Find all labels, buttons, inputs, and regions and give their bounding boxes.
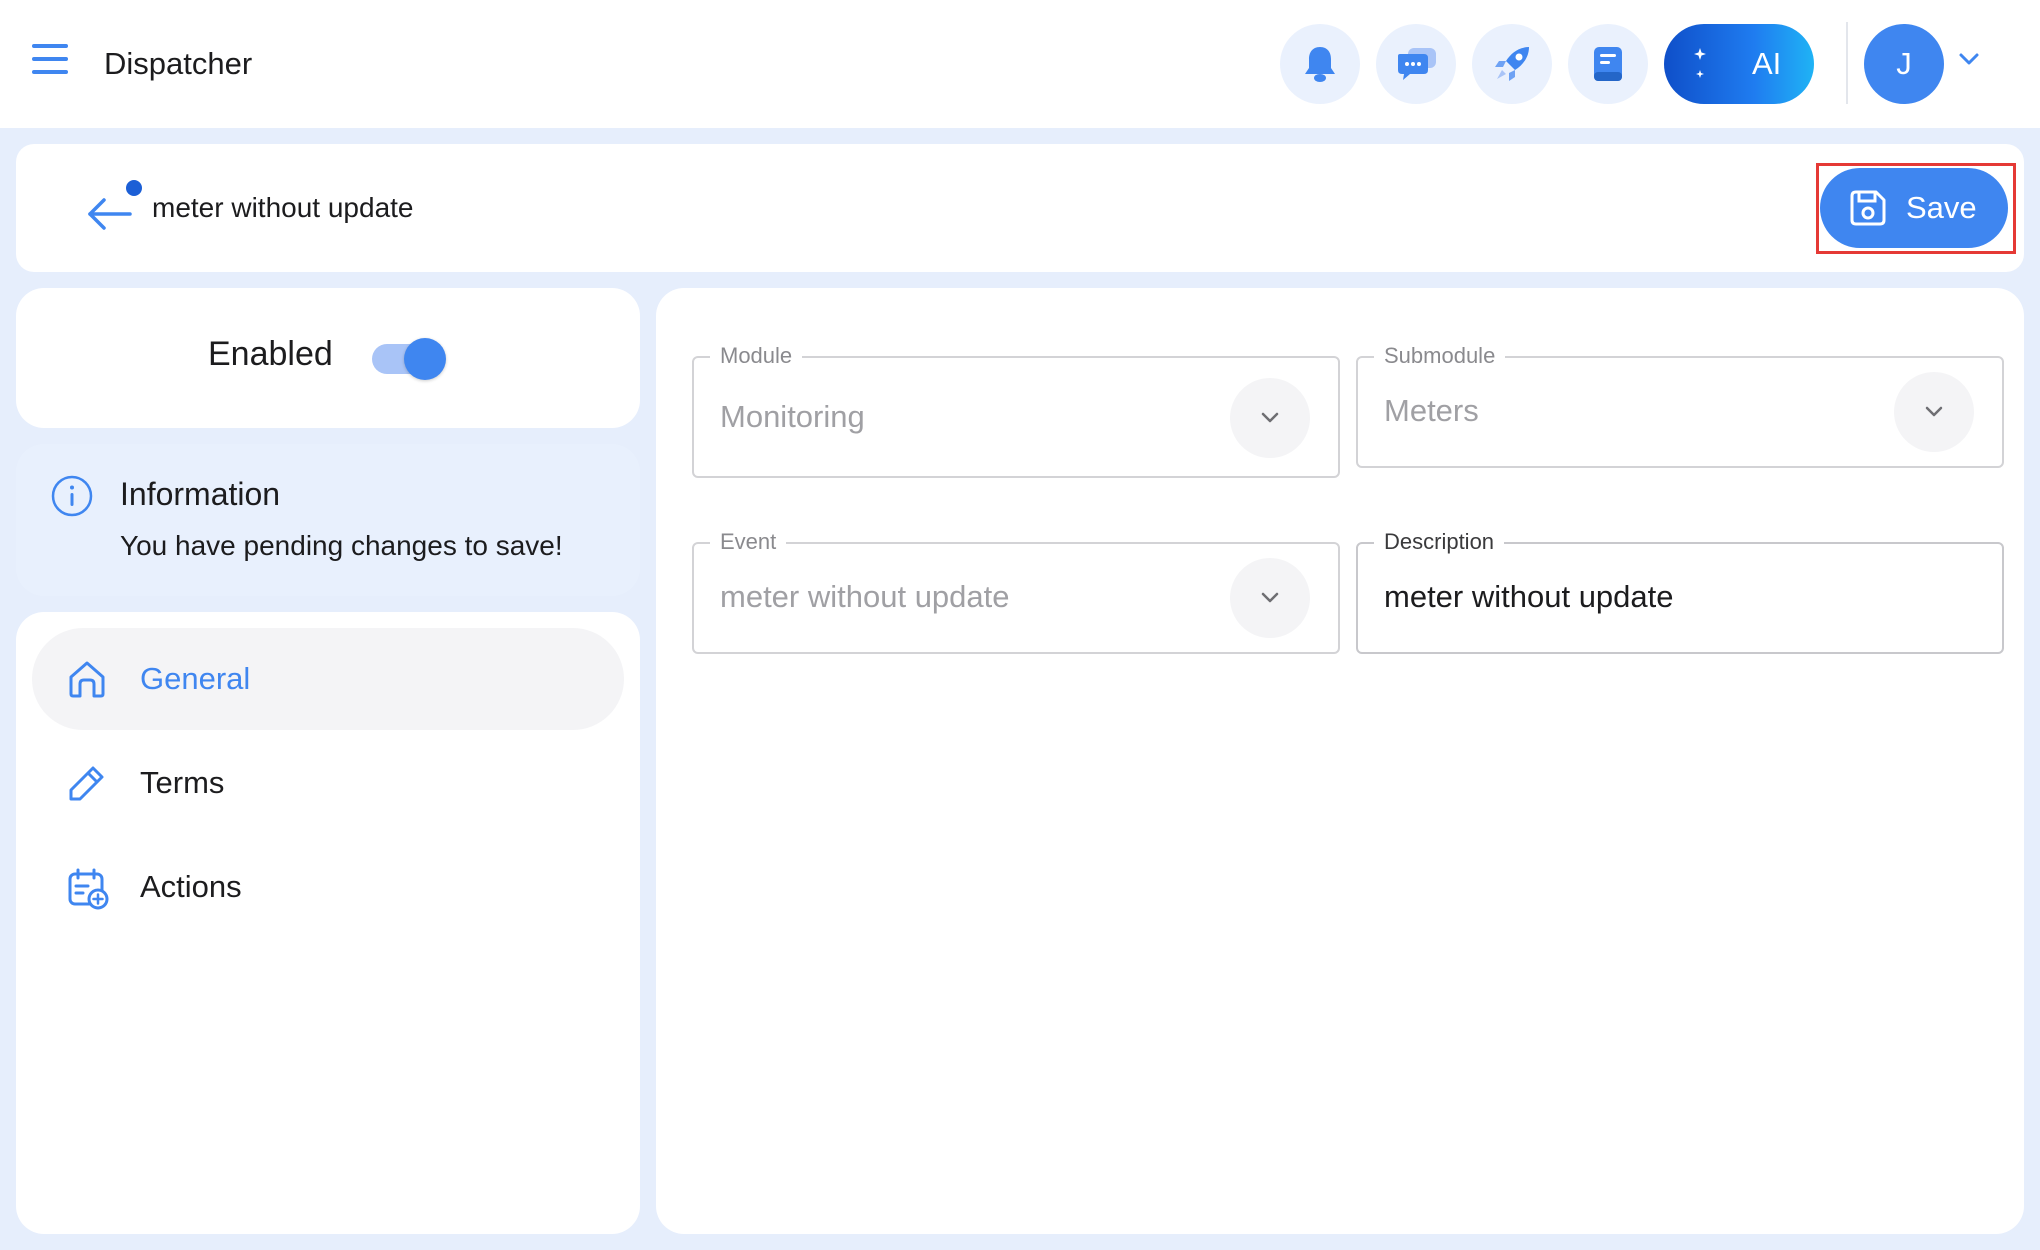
top-bar: Dispatcher AI J bbox=[0, 0, 2040, 128]
description-field[interactable]: Description meter without update bbox=[1356, 528, 2004, 654]
description-input[interactable]: meter without update bbox=[1384, 578, 1674, 616]
chevron-down-icon bbox=[1924, 406, 1944, 418]
divider bbox=[1846, 22, 1848, 104]
nav-item-general[interactable]: General bbox=[32, 628, 624, 730]
information-title: Information bbox=[120, 476, 281, 512]
back-button[interactable] bbox=[76, 174, 152, 240]
general-form: Module Monitoring Submodule Meters Event… bbox=[656, 288, 2024, 1234]
save-button[interactable]: Save bbox=[1820, 168, 2008, 248]
calendar-add-icon bbox=[66, 866, 110, 910]
book-icon bbox=[1591, 44, 1625, 84]
launch-button[interactable] bbox=[1472, 24, 1552, 104]
nav-item-actions[interactable]: Actions bbox=[32, 836, 624, 938]
submodule-field[interactable]: Submodule Meters bbox=[1356, 342, 2004, 468]
chevron-down-icon bbox=[1260, 412, 1280, 424]
section-navigation: General Terms Actions bbox=[16, 612, 640, 1234]
floppy-disk-icon bbox=[1846, 186, 1890, 230]
submodule-dropdown-button[interactable] bbox=[1894, 372, 1974, 452]
event-field[interactable]: Event meter without update bbox=[692, 528, 1340, 654]
save-label: Save bbox=[1906, 190, 1977, 225]
enabled-card: Enabled bbox=[16, 288, 640, 428]
module-value: Monitoring bbox=[720, 399, 865, 434]
toggle-thumb bbox=[404, 338, 446, 380]
chevron-down-icon[interactable] bbox=[1958, 52, 1980, 66]
hamburger-menu-icon[interactable] bbox=[30, 42, 80, 86]
bell-icon bbox=[1302, 44, 1338, 84]
pencil-icon bbox=[66, 762, 108, 804]
app-title: Dispatcher bbox=[104, 46, 253, 81]
unsaved-changes-dot bbox=[126, 180, 142, 196]
event-label: Event bbox=[710, 528, 787, 556]
nav-item-terms[interactable]: Terms bbox=[32, 732, 624, 834]
record-header: meter without update Save bbox=[16, 144, 2024, 272]
module-field[interactable]: Module Monitoring bbox=[692, 342, 1340, 478]
information-panel: Information You have pending changes to … bbox=[16, 444, 640, 596]
chevron-down-icon bbox=[1260, 592, 1280, 604]
enabled-label: Enabled bbox=[208, 335, 333, 373]
enabled-toggle[interactable] bbox=[372, 338, 448, 380]
notifications-button[interactable] bbox=[1280, 24, 1360, 104]
record-title: meter without update bbox=[152, 192, 414, 223]
description-label: Description bbox=[1374, 528, 1505, 556]
pending-changes-message: You have pending changes to save! bbox=[120, 530, 563, 561]
documentation-button[interactable] bbox=[1568, 24, 1648, 104]
module-dropdown-button[interactable] bbox=[1230, 378, 1310, 458]
sparkle-icon bbox=[1692, 46, 1712, 82]
info-icon bbox=[50, 474, 94, 518]
event-dropdown-button[interactable] bbox=[1230, 558, 1310, 638]
nav-label-general: General bbox=[140, 661, 251, 696]
nav-label-actions: Actions bbox=[140, 869, 242, 904]
submodule-value: Meters bbox=[1384, 393, 1479, 428]
submodule-label: Submodule bbox=[1374, 342, 1506, 370]
ai-label: AI bbox=[1752, 46, 1782, 81]
user-avatar[interactable]: J bbox=[1864, 24, 1944, 104]
rocket-icon bbox=[1491, 43, 1533, 85]
ai-assistant-button[interactable]: AI bbox=[1664, 24, 1814, 104]
chat-icon bbox=[1394, 44, 1438, 84]
chat-button[interactable] bbox=[1376, 24, 1456, 104]
nav-label-terms: Terms bbox=[140, 765, 225, 800]
home-icon bbox=[66, 658, 108, 700]
event-value: meter without update bbox=[720, 579, 1010, 614]
module-label: Module bbox=[710, 342, 803, 370]
